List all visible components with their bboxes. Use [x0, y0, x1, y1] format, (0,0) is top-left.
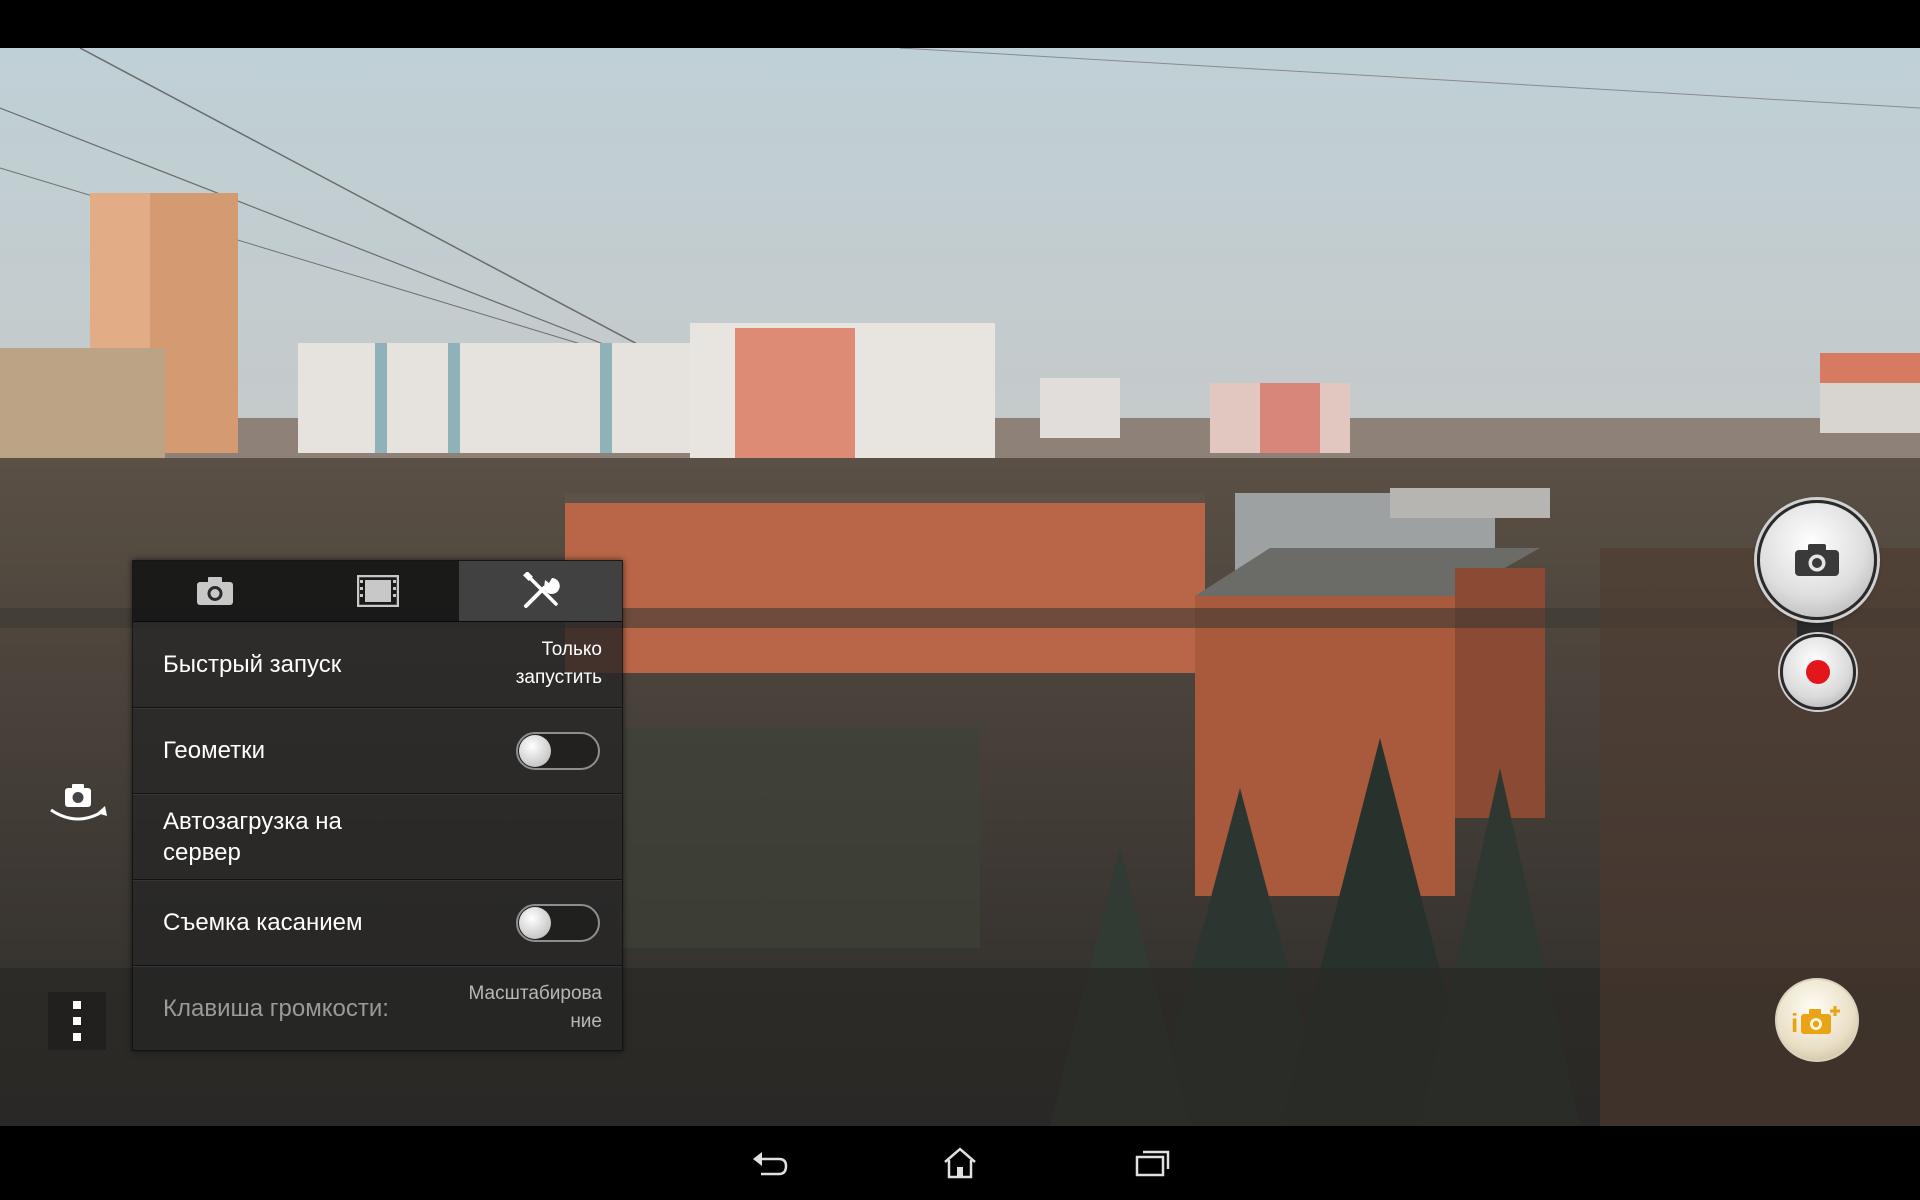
- setting-value: Только запустить: [516, 636, 602, 692]
- navigation-bar: [0, 1126, 1920, 1200]
- tools-icon: [522, 572, 560, 608]
- camera-mode-button[interactable]: i: [1775, 978, 1859, 1062]
- tab-camera-settings[interactable]: [133, 561, 296, 621]
- setting-geotags[interactable]: Геометки: [133, 708, 622, 794]
- back-button[interactable]: [725, 1126, 815, 1200]
- home-icon: [944, 1147, 976, 1179]
- record-icon: [1806, 660, 1830, 684]
- geotags-toggle[interactable]: [516, 732, 600, 770]
- more-vertical-icon: [73, 1001, 81, 1041]
- camera-switch-icon: [50, 784, 107, 821]
- setting-value: Масштабирова ние: [469, 980, 602, 1036]
- settings-tabs: [133, 561, 622, 622]
- setting-quick-launch[interactable]: Быстрый запуск Только запустить: [133, 622, 622, 708]
- camera-plus-icon: i: [1791, 1006, 1840, 1038]
- touch-capture-toggle[interactable]: [516, 904, 600, 942]
- setting-label: Геометки: [163, 737, 266, 764]
- setting-value-line2: запустить: [515, 667, 602, 688]
- more-options-button[interactable]: [48, 992, 106, 1050]
- status-bar: [0, 0, 1920, 48]
- home-button[interactable]: [915, 1126, 1005, 1200]
- switch-camera-button[interactable]: [45, 780, 111, 830]
- setting-volume-key[interactable]: Клавиша громкости: Масштабирова ние: [133, 966, 622, 1051]
- camera-icon: [1795, 544, 1839, 576]
- back-icon: [753, 1152, 788, 1176]
- shutter-button[interactable]: [1757, 500, 1877, 620]
- settings-panel: Быстрый запуск Только запустить Геометки…: [132, 560, 623, 1051]
- tab-general-settings[interactable]: [459, 561, 622, 621]
- setting-touch-capture[interactable]: Съемка касанием: [133, 880, 622, 966]
- recents-icon: [1135, 1150, 1170, 1177]
- setting-label: Клавиша громкости:: [163, 995, 389, 1022]
- tab-video-settings[interactable]: [296, 561, 459, 621]
- setting-label: Съемка касанием: [163, 909, 363, 936]
- setting-label-line1: Автозагрузка на: [163, 808, 342, 835]
- camera-icon: [196, 577, 233, 605]
- setting-value-line2: ние: [570, 1011, 602, 1032]
- setting-auto-upload[interactable]: Автозагрузка на сервер: [133, 794, 622, 880]
- toggle-knob: [519, 907, 551, 939]
- setting-label-line2: сервер: [163, 839, 241, 866]
- recents-button[interactable]: [1108, 1126, 1198, 1200]
- svg-text:i: i: [1791, 1008, 1798, 1038]
- film-icon: [356, 575, 399, 607]
- setting-label: Быстрый запуск: [163, 651, 342, 678]
- setting-label: Автозагрузка на сервер: [163, 806, 342, 868]
- record-video-button[interactable]: [1780, 634, 1856, 710]
- setting-value-line1: Только: [541, 639, 602, 660]
- toggle-knob: [519, 735, 551, 767]
- setting-value-line1: Масштабирова: [468, 983, 602, 1004]
